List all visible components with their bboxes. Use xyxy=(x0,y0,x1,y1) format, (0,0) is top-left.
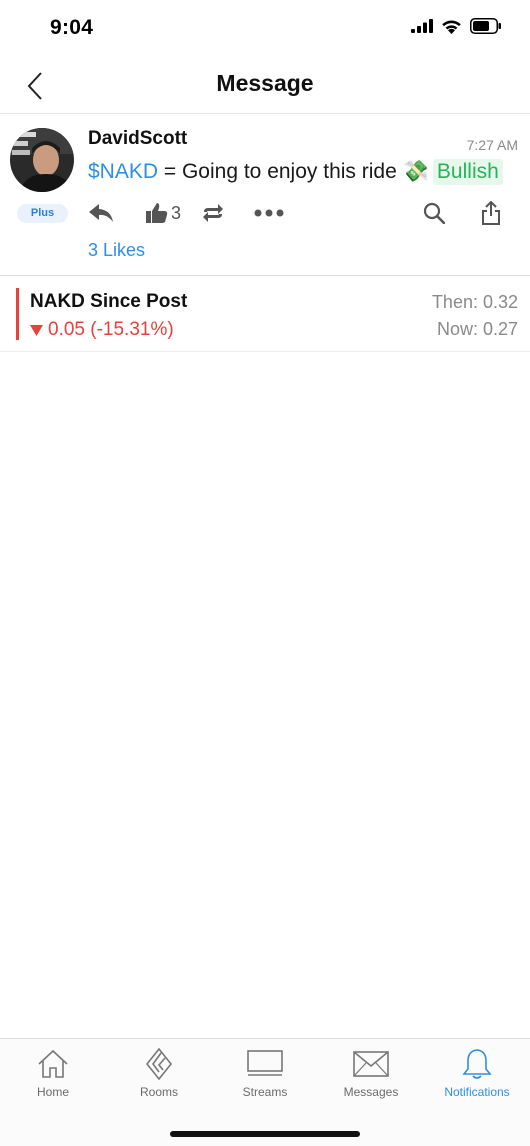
bell-icon xyxy=(462,1049,492,1079)
message-actions: 3 xyxy=(88,198,518,228)
reshare-button[interactable] xyxy=(202,198,224,228)
likes-summary-link[interactable]: 3 Likes xyxy=(88,240,145,261)
ticker-link[interactable]: $NAKD xyxy=(88,160,158,184)
home-icon xyxy=(38,1049,68,1078)
sentiment-badge: Bullish xyxy=(432,159,503,185)
wifi-icon xyxy=(442,20,461,34)
tab-streams[interactable]: Streams xyxy=(212,1047,318,1107)
battery-icon xyxy=(470,18,501,34)
rooms-icon xyxy=(146,1048,172,1080)
search-icon xyxy=(423,202,445,224)
nav-header: Message xyxy=(0,58,530,114)
tab-label: Home xyxy=(36,1085,69,1099)
search-button[interactable] xyxy=(423,198,445,228)
more-dots-icon xyxy=(254,209,284,217)
down-triangle-icon xyxy=(30,324,43,336)
price-since-post-card[interactable]: NAKD Since Post 0.05 (-15.31%) Then: 0.3… xyxy=(0,276,530,352)
message-timestamp: 7:27 AM xyxy=(466,137,518,153)
plan-badge: Plus xyxy=(17,204,68,223)
reply-icon xyxy=(89,204,113,222)
tab-label: Streams xyxy=(242,1085,288,1099)
price-change-value: 0.05 (-15.31%) xyxy=(48,319,174,340)
tab-home[interactable]: Home xyxy=(0,1047,106,1107)
thumbs-up-icon xyxy=(146,203,168,223)
price-change: 0.05 (-15.31%) xyxy=(30,319,174,341)
price-card-title: NAKD Since Post xyxy=(30,291,188,312)
like-count: 3 xyxy=(171,202,182,223)
cellular-signal-icon xyxy=(411,19,433,33)
status-icons xyxy=(411,18,502,34)
tab-messages[interactable]: Messages xyxy=(318,1047,424,1107)
price-trend-accent xyxy=(16,288,19,340)
status-time: 9:04 xyxy=(50,16,94,39)
streams-icon xyxy=(247,1050,283,1076)
page-title: Message xyxy=(216,70,314,96)
status-bar: 9:04 xyxy=(0,0,530,58)
price-then: Then: 0.32 xyxy=(431,292,518,312)
tab-label: Messages xyxy=(343,1085,399,1099)
like-button[interactable]: 3 xyxy=(146,198,181,228)
money-wings-emoji: 💸 xyxy=(402,160,429,183)
reshare-icon xyxy=(203,204,223,222)
avatar[interactable] xyxy=(10,128,74,192)
message-text: = Going to enjoy this ride xyxy=(163,160,397,183)
messages-icon xyxy=(353,1051,389,1077)
tab-label: Notifications xyxy=(444,1085,510,1099)
avatar-image xyxy=(10,128,74,192)
tab-bar: Home Rooms Streams Messages Notification… xyxy=(0,1038,530,1146)
message-item: Plus DavidScott 7:27 AM $NAKD = Going to… xyxy=(0,114,530,276)
tab-notifications[interactable]: Notifications xyxy=(424,1047,530,1107)
author-name[interactable]: DavidScott xyxy=(88,128,187,150)
reply-button[interactable] xyxy=(88,198,114,228)
share-button[interactable] xyxy=(481,198,501,228)
price-now: Now: 0.27 xyxy=(436,319,518,339)
message-body: $NAKD = Going to enjoy this ride 💸 Bulli… xyxy=(88,159,503,185)
tab-rooms[interactable]: Rooms xyxy=(106,1047,212,1107)
home-indicator[interactable] xyxy=(170,1131,360,1137)
share-icon xyxy=(482,201,500,225)
more-options-button[interactable] xyxy=(254,198,284,228)
tab-label: Rooms xyxy=(139,1085,178,1099)
